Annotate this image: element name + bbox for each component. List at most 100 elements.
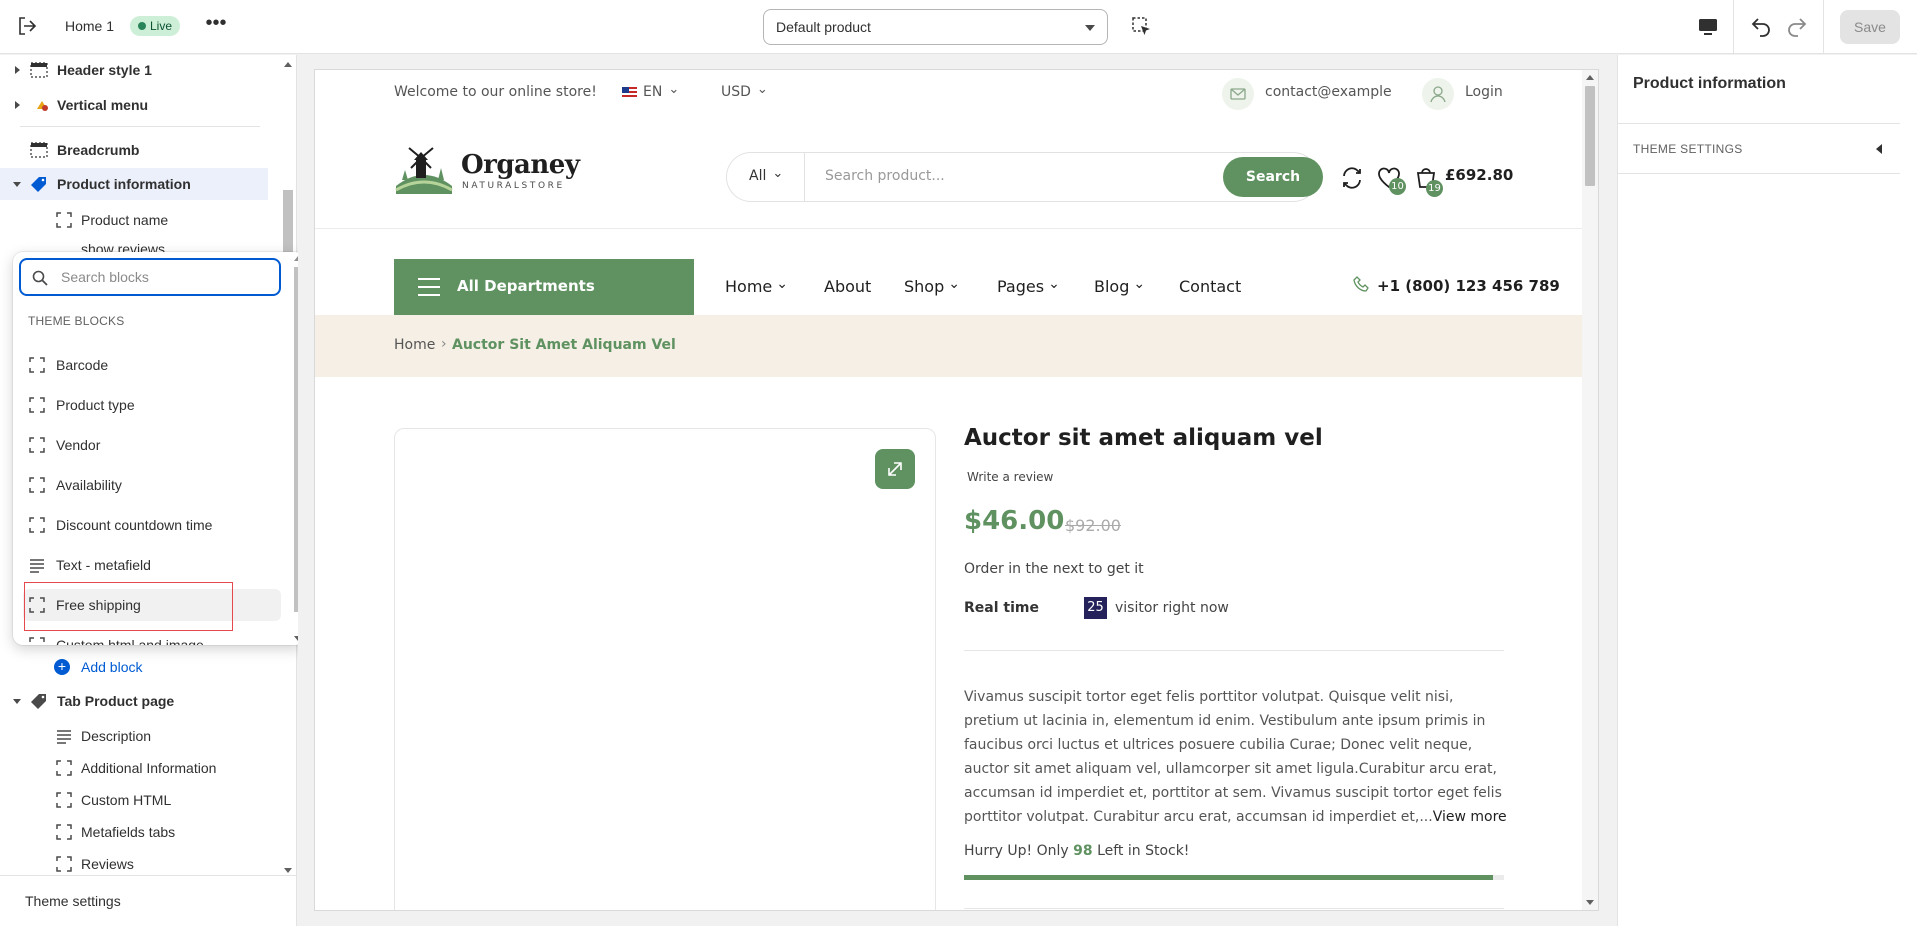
undo-icon[interactable] xyxy=(1749,14,1773,38)
write-review-link[interactable]: Write a review xyxy=(967,470,1053,484)
app-block-icon xyxy=(37,101,48,111)
compare-icon[interactable] xyxy=(1339,165,1365,191)
block-icon xyxy=(29,517,45,533)
welcome-text: Welcome to our online store! xyxy=(394,84,597,100)
realtime-text: visitor right now xyxy=(1115,600,1229,616)
sidebar-item-breadcrumb[interactable]: Breadcrumb xyxy=(0,134,268,166)
caret-down-icon[interactable] xyxy=(13,699,21,704)
scroll-up-icon[interactable] xyxy=(1586,75,1594,80)
currency-selector[interactable]: USD xyxy=(721,84,768,100)
sidebar-item-label: Metafields tabs xyxy=(81,824,176,840)
breadcrumb-separator: › xyxy=(441,336,447,352)
expand-icon[interactable] xyxy=(875,449,915,489)
login-link[interactable]: Login xyxy=(1465,84,1503,100)
sidebar-item-product-name[interactable]: Product name xyxy=(0,204,268,236)
settings-panel: Product information THEME SETTINGS xyxy=(1617,55,1917,926)
nav-pages[interactable]: Pages xyxy=(997,277,1060,296)
order-timer-text: Order in the next to get it xyxy=(964,561,1144,577)
exit-icon[interactable] xyxy=(16,15,38,37)
phone-icon xyxy=(1353,276,1369,292)
scroll-down-icon[interactable] xyxy=(1586,900,1594,905)
sidebar-item-description[interactable]: Description xyxy=(0,720,268,752)
caret-right-icon[interactable] xyxy=(15,101,20,109)
product-search: All Search product... Search xyxy=(726,152,1323,202)
store-preview-frame: Welcome to our online store! EN USD cont… xyxy=(314,69,1599,911)
template-select[interactable]: Default product xyxy=(763,9,1108,45)
add-block-button[interactable]: + Add block xyxy=(54,655,142,679)
search-blocks-input[interactable] xyxy=(61,260,271,294)
block-option-label: Availability xyxy=(56,477,122,493)
divider xyxy=(964,650,1504,651)
product-gallery[interactable] xyxy=(394,428,936,910)
divider xyxy=(1733,0,1734,54)
search-blocks-field[interactable] xyxy=(19,258,281,296)
phone-number[interactable]: +1 (800) 123 456 789 xyxy=(1377,277,1560,295)
sidebar-item-metafields-tabs[interactable]: Metafields tabs xyxy=(0,816,268,848)
block-option-label: Discount countdown time xyxy=(56,517,213,533)
sidebar-item-tab-product-page[interactable]: Tab Product page xyxy=(0,685,268,717)
block-option-vendor[interactable]: Vendor xyxy=(23,429,281,461)
nav-shop[interactable]: Shop xyxy=(904,277,960,296)
caret-right-icon[interactable] xyxy=(15,66,20,74)
block-icon xyxy=(56,792,72,808)
block-icon xyxy=(29,477,45,493)
search-button[interactable]: Search xyxy=(1223,157,1323,197)
block-option-availability[interactable]: Availability xyxy=(23,469,281,501)
theme-settings-link[interactable]: Theme settings xyxy=(0,875,296,926)
view-more-link[interactable]: View more xyxy=(1433,809,1507,825)
caret-left-icon[interactable] xyxy=(1876,144,1882,154)
editor-topbar: Home 1 Live ••• Default product Save xyxy=(0,0,1917,54)
nav-blog[interactable]: Blog xyxy=(1094,277,1145,296)
search-category-select[interactable]: All xyxy=(749,168,783,184)
sidebar-item-show-reviews[interactable]: show reviews xyxy=(0,233,268,253)
sidebar-item-custom-html[interactable]: Custom HTML xyxy=(0,784,268,816)
all-departments-label: All Departments xyxy=(457,277,595,295)
scroll-down-icon[interactable] xyxy=(284,868,292,873)
inspector-icon[interactable] xyxy=(1131,16,1153,38)
more-actions-button[interactable]: ••• xyxy=(204,13,228,38)
block-option-label: Vendor xyxy=(56,437,101,453)
redo-icon[interactable] xyxy=(1785,14,1809,38)
preview-scrollbar[interactable] xyxy=(1582,70,1598,910)
store-logo[interactable]: Organey NATURALSTORE xyxy=(394,146,580,196)
realtime-count: 25 xyxy=(1084,597,1107,619)
block-icon xyxy=(56,824,72,840)
nav-home[interactable]: Home xyxy=(725,277,788,296)
sidebar-item-additional-information[interactable]: Additional Information xyxy=(0,752,268,784)
breadcrumb-home[interactable]: Home xyxy=(394,337,435,353)
desktop-view-icon[interactable] xyxy=(1697,16,1719,38)
block-icon xyxy=(29,637,45,642)
stock-suffix: Left in Stock! xyxy=(1097,843,1190,859)
sidebar-item-vertical-menu[interactable]: Vertical menu xyxy=(0,89,268,121)
sidebar-item-header-style[interactable]: Header style 1 xyxy=(0,54,268,86)
search-category-value: All xyxy=(749,168,767,184)
all-departments-button[interactable]: All Departments xyxy=(394,259,694,315)
divider xyxy=(20,126,260,127)
contact-email[interactable]: contact@example xyxy=(1265,84,1392,100)
scrollbar-thumb[interactable] xyxy=(1585,86,1595,186)
page-name[interactable]: Home 1 xyxy=(65,18,114,34)
block-option-custom-html-image[interactable]: Custom html and image xyxy=(23,629,281,645)
block-option-discount-countdown[interactable]: Discount countdown time xyxy=(23,509,281,541)
language-selector[interactable]: EN xyxy=(622,84,679,100)
search-product-input[interactable]: Search product... xyxy=(825,168,945,184)
nav-contact[interactable]: Contact xyxy=(1179,277,1241,296)
stock-progress-fill xyxy=(964,875,1494,880)
block-option-barcode[interactable]: Barcode xyxy=(23,349,281,381)
caret-down-icon[interactable] xyxy=(13,182,21,187)
user-icon[interactable] xyxy=(1422,78,1454,110)
block-option-product-type[interactable]: Product type xyxy=(23,389,281,421)
product-title: Auctor sit amet aliquam vel xyxy=(964,425,1323,451)
theme-settings-section[interactable]: THEME SETTINGS xyxy=(1633,142,1743,156)
block-icon xyxy=(29,397,45,413)
sidebar-item-product-information[interactable]: Product information xyxy=(0,168,268,200)
nav-about[interactable]: About xyxy=(824,277,871,296)
storefront: Welcome to our online store! EN USD cont… xyxy=(315,70,1583,910)
block-option-text-metafield[interactable]: Text - metafield xyxy=(23,549,281,581)
scroll-up-icon[interactable] xyxy=(284,62,292,67)
cart-total[interactable]: £692.80 xyxy=(1445,166,1513,184)
chevron-down-icon xyxy=(1085,25,1095,31)
realtime-label: Real time xyxy=(964,600,1039,616)
tag-icon xyxy=(31,694,46,709)
save-button[interactable]: Save xyxy=(1840,10,1900,44)
